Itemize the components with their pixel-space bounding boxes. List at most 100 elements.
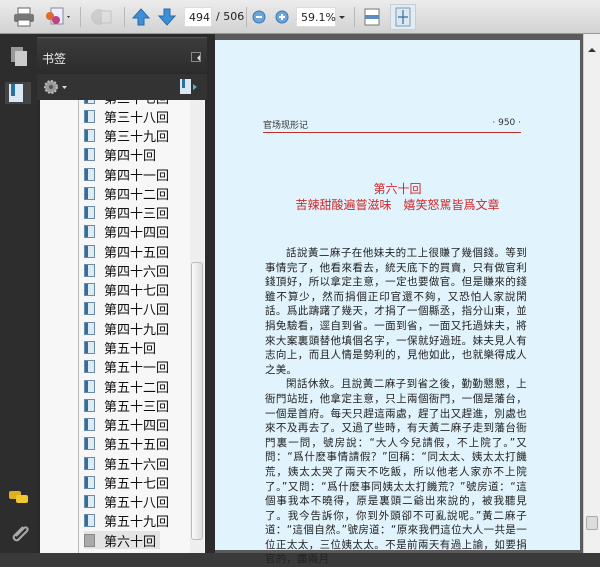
bookmark-label: 第四十回 [104, 149, 157, 165]
fit-width-icon [364, 8, 380, 26]
attachments-button[interactable] [8, 522, 30, 544]
zoom-out-button[interactable] [251, 6, 267, 28]
bookmark-item[interactable]: 第四十四回 [84, 223, 169, 241]
bookmark-label: 第五十一回 [104, 361, 170, 377]
zoom-in-button[interactable] [274, 6, 290, 28]
bookmark-item[interactable]: 第五十回 [84, 339, 156, 357]
bookmark-item[interactable]: 第五十五回 [84, 435, 169, 453]
bookmark-icon [84, 398, 95, 412]
bookmark-item[interactable]: 第四十一回 [84, 165, 169, 184]
collaborate-icon [46, 7, 70, 25]
fit-width-button[interactable] [362, 6, 382, 28]
chapter-title: 苦辣甜酸遍嘗滋味 嬉笑怒駡皆爲文章 [295, 198, 500, 212]
bookmark-icon [84, 129, 95, 143]
bookmark-item[interactable]: 第五十七回 [84, 473, 170, 492]
bookmark-icon [84, 206, 95, 220]
bookmark-icon [84, 514, 95, 528]
bookmark-icon [84, 244, 95, 258]
bookmark-icon [84, 263, 95, 277]
bookmark-icon [84, 100, 95, 104]
chevron-down-icon [339, 16, 345, 22]
bookmark-item[interactable]: 第三十八回 [84, 107, 169, 126]
bookmark-icon [84, 418, 95, 432]
zoom-dropdown[interactable] [337, 6, 347, 28]
bookmark-label: 第三十七回 [104, 100, 169, 107]
bookmark-icon [84, 495, 95, 509]
bookmark-list: 第三十七回第三十八回第三十九回第四十回第四十一回第四十二回第四十三回第四十四回第… [40, 100, 205, 553]
pages-icon [11, 47, 27, 66]
bookmark-item[interactable]: 第四十回 [84, 146, 156, 164]
page-number: · 950 · [492, 118, 521, 128]
bookmark-label: 第四十二回 [104, 187, 170, 203]
bookmark-item[interactable]: 第三十七回 [84, 100, 169, 107]
bookmark-label: 第五十七回 [104, 476, 170, 492]
bookmark-icon [84, 109, 95, 123]
bookmark-item[interactable]: 第三十九回 [84, 127, 169, 145]
share-icon [91, 9, 112, 25]
pages-button[interactable] [8, 46, 30, 68]
collaborate-button[interactable] [43, 6, 73, 28]
page-number-input[interactable]: 494 [184, 7, 212, 27]
bookmark-label: 第四十八回 [104, 303, 170, 319]
bookmark-item[interactable]: 第五十四回 [84, 416, 169, 434]
bookmark-label: 第五十八回 [104, 496, 170, 512]
bookmark-item[interactable]: 第四十七回 [84, 281, 169, 299]
zoom-level-input[interactable]: 59.1% [296, 7, 336, 27]
print-button[interactable] [12, 6, 36, 28]
attachments-icon [12, 526, 29, 542]
bookmark-label: 第五十六回 [104, 457, 170, 473]
options-button[interactable] [43, 79, 69, 99]
document-scrollbar-thumb[interactable] [586, 516, 598, 530]
bookmark-icon [84, 533, 95, 547]
bookmark-icon [84, 437, 95, 451]
bookmark-item[interactable]: 第四十三回 [84, 204, 169, 222]
bookmark-item[interactable]: 第四十六回 [84, 261, 170, 280]
toolbar: 494 / 506 59.1% [0, 0, 600, 34]
bookmark-item[interactable]: 第四十八回 [84, 300, 169, 318]
bookmark-icon [84, 321, 95, 335]
comments-button[interactable] [8, 489, 30, 511]
share-button[interactable] [88, 6, 114, 28]
bookmark-item[interactable]: 第四十九回 [84, 319, 169, 338]
bookmark-item[interactable]: 第五十九回 [84, 512, 169, 530]
bookmark-icon [84, 456, 95, 470]
bookmark-label: 第五十四回 [104, 419, 170, 435]
bookmark-icon [84, 283, 95, 297]
bookmark-label: 第四十五回 [104, 245, 170, 261]
collapse-panel-button[interactable] [191, 52, 201, 62]
gear-icon [44, 80, 67, 94]
bookmark-item[interactable]: 第五十八回 [84, 493, 169, 511]
running-title: 官场现形记 [263, 121, 309, 131]
bookmark-label: 第四十四回 [104, 226, 170, 242]
previous-page-button[interactable] [131, 6, 151, 28]
bookmark-label: 第四十六回 [104, 264, 170, 280]
bookmark-item[interactable]: 第五十六回 [84, 454, 170, 473]
fit-page-button[interactable] [390, 4, 416, 30]
bookmark-item[interactable]: 第六十回 [84, 531, 161, 550]
zoom-out-icon [252, 10, 266, 24]
new-bookmark-icon [180, 79, 197, 94]
scroll-up-arrow[interactable] [588, 44, 596, 52]
bookmark-icon [84, 341, 95, 354]
bookmark-scrollbar-thumb[interactable] [191, 262, 203, 540]
bookmarks-button[interactable] [5, 82, 31, 104]
bookmark-item[interactable]: 第四十五回 [84, 242, 170, 261]
bookmark-icon [84, 302, 95, 316]
bookmark-icon [84, 360, 95, 374]
document-scrollbar[interactable] [583, 34, 600, 553]
bookmark-label: 第五十二回 [104, 380, 170, 396]
panel-title: 书签 [42, 52, 67, 66]
new-bookmark-button[interactable] [179, 78, 199, 100]
next-page-button[interactable] [157, 6, 177, 28]
bookmark-icon [84, 475, 95, 489]
navigation-pane [0, 34, 37, 553]
bookmark-item[interactable]: 第四十二回 [84, 184, 170, 203]
comments-icon [9, 491, 28, 503]
bookmark-label: 第四十三回 [104, 207, 170, 223]
bookmark-item[interactable]: 第五十二回 [84, 377, 170, 396]
print-icon [14, 7, 34, 27]
bookmark-icon [84, 225, 95, 239]
pane-divider[interactable] [207, 34, 215, 553]
bookmark-item[interactable]: 第五十一回 [84, 358, 169, 376]
bookmark-item[interactable]: 第五十三回 [84, 396, 169, 415]
